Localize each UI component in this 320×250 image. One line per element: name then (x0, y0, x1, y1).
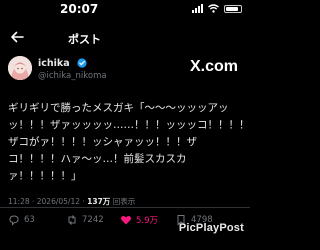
divider (0, 207, 250, 208)
reply-button[interactable]: 63 (8, 214, 35, 226)
avatar[interactable] (8, 56, 32, 80)
post-meta: 11:28 · 2026/05/12 · 137万 回表示 (8, 196, 135, 207)
repost-count: 7242 (82, 215, 104, 225)
view-label: 回表示 (112, 197, 136, 206)
signal-icon (192, 4, 203, 13)
repost-icon (68, 215, 76, 225)
like-count: 5.9万 (136, 216, 159, 226)
battery-icon (224, 4, 242, 13)
like-button[interactable]: 5.9万 (120, 214, 158, 226)
post-text-line: ギリギリで勝ったメスガキ「〜〜〜ッッッアッ (8, 102, 229, 114)
repost-button[interactable]: 7242 (66, 214, 104, 226)
user-handle[interactable]: @ichika_nikoma (38, 71, 107, 81)
post-text: ギリギリで勝ったメスガキ「〜〜〜ッッッアッ ッ！！！ザァッッッッ……！！！ッッッ… (8, 100, 250, 185)
page-title: ポスト (68, 33, 101, 46)
post-text-line: ッ！！！ザァッッッッ……！！！ッッッコ！！！！ (8, 119, 250, 131)
status-icons (192, 4, 242, 13)
reply-icon (9, 215, 19, 226)
watermark: PicPlayPost (178, 222, 244, 234)
reply-count: 63 (24, 215, 35, 225)
post-text-line: コ！！！！ハァ〜ッ…！前髪スカスカ (8, 153, 187, 165)
heart-filled-icon (120, 216, 132, 225)
verified-badge-icon (77, 58, 87, 68)
top-bar: ポスト (0, 28, 250, 52)
view-count: 137万 (87, 197, 111, 206)
avatar-illustration (8, 56, 32, 80)
status-time: 20:07 (60, 2, 99, 16)
back-arrow-icon[interactable] (10, 30, 24, 44)
status-bar: 20:07 (0, 0, 250, 18)
wifi-icon (208, 4, 219, 13)
x-com-logo: X.com (190, 58, 239, 75)
post-text-line: ァ！！！！！」 (8, 170, 82, 182)
post-timestamp[interactable]: 11:28 · 2026/05/12 · (8, 197, 87, 206)
post-text-line: ザコがァ！！！！ッシャァッッ！！！ザ (8, 136, 197, 148)
display-name[interactable]: ichika (38, 58, 70, 69)
